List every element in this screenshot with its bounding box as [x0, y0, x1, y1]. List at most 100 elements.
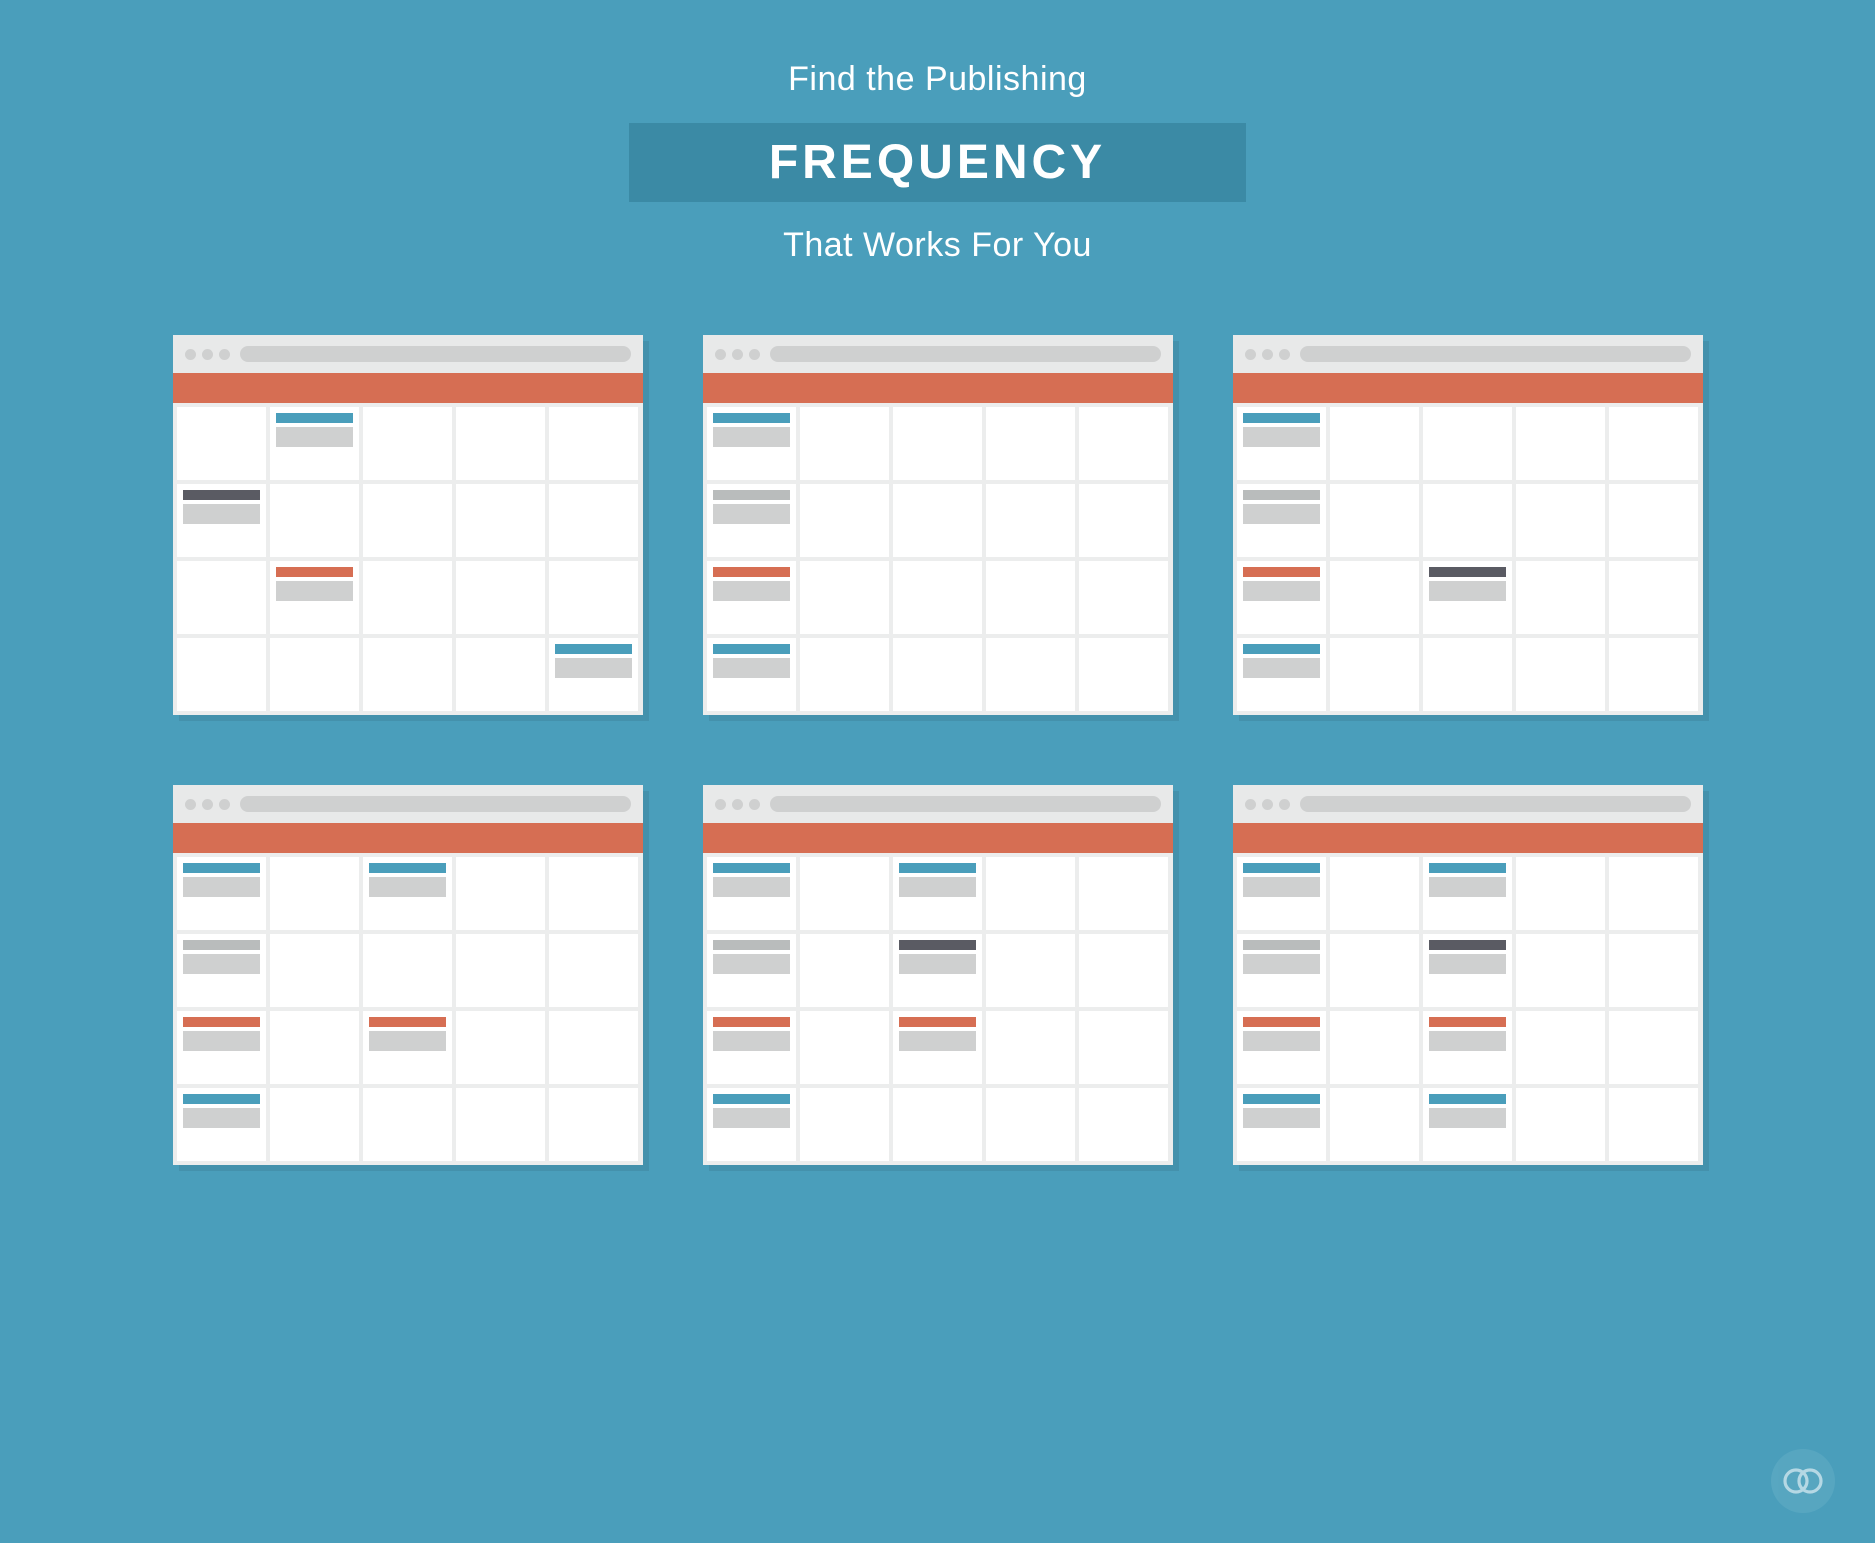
event-block	[899, 877, 976, 897]
event-block	[1243, 504, 1320, 524]
calendar-cell	[270, 407, 359, 480]
calendar-cell	[177, 1011, 266, 1084]
titlebar	[1233, 335, 1703, 373]
calendar-cell	[549, 857, 638, 930]
event-block	[1429, 581, 1506, 601]
calendar-cell	[1423, 407, 1512, 480]
titlebar	[703, 785, 1173, 823]
event-block	[1429, 1031, 1506, 1051]
ribbon-bar	[1233, 823, 1703, 853]
calendar-cell	[707, 934, 796, 1007]
calendar-cell	[177, 1088, 266, 1161]
event-block	[713, 1031, 790, 1051]
event-stripe	[1243, 940, 1320, 950]
calendar-cell	[1237, 934, 1326, 1007]
calendar-cell	[1609, 407, 1698, 480]
calendar-cell	[1609, 857, 1698, 930]
ribbon-bar	[1233, 373, 1703, 403]
event-stripe	[183, 863, 260, 873]
calendar-cell	[1079, 934, 1168, 1007]
calendar-cell	[1079, 638, 1168, 711]
calendar-cell	[707, 857, 796, 930]
event-block	[899, 954, 976, 974]
event-stripe	[369, 863, 446, 873]
event-stripe	[369, 1017, 446, 1027]
calendar-cell	[177, 638, 266, 711]
event-stripe	[713, 1094, 790, 1104]
event-stripe	[713, 863, 790, 873]
heading: Find the Publishing FREQUENCY That Works…	[629, 60, 1246, 265]
titlebar	[173, 785, 643, 823]
calendar-cell	[1237, 857, 1326, 930]
ribbon-bar	[173, 373, 643, 403]
window-dot-icon	[1262, 349, 1273, 360]
heading-band: FREQUENCY	[629, 123, 1246, 202]
event-block	[183, 877, 260, 897]
calendar-cell	[893, 934, 982, 1007]
calendar-window-5	[1233, 785, 1703, 1165]
event-block	[1429, 877, 1506, 897]
event-block	[183, 504, 260, 524]
calendar-cell	[177, 857, 266, 930]
event-block	[713, 954, 790, 974]
calendar-cell	[707, 1088, 796, 1161]
calendar-cell	[456, 857, 545, 930]
calendar-cell	[1516, 484, 1605, 557]
event-stripe	[1243, 1017, 1320, 1027]
calendar-cell	[1609, 638, 1698, 711]
window-dot-icon	[715, 799, 726, 810]
event-block	[1243, 581, 1320, 601]
event-block	[555, 658, 632, 678]
window-dot-icon	[219, 349, 230, 360]
calendar-window-4	[703, 785, 1173, 1165]
calendar-cell	[1237, 638, 1326, 711]
calendar-cell	[1330, 934, 1419, 1007]
titlebar	[703, 335, 1173, 373]
calendar-cell	[986, 1088, 1075, 1161]
event-block	[1243, 1031, 1320, 1051]
calendar-cell	[707, 407, 796, 480]
event-block	[1429, 954, 1506, 974]
calendar-cell	[456, 638, 545, 711]
calendar-cell	[707, 561, 796, 634]
window-dot-icon	[202, 349, 213, 360]
address-bar	[770, 796, 1161, 812]
event-block	[1243, 1108, 1320, 1128]
calendar-cell	[1237, 407, 1326, 480]
calendar-cell	[1423, 934, 1512, 1007]
calendar-cell	[177, 407, 266, 480]
calendar-cell	[363, 857, 452, 930]
calendar-cell	[800, 857, 889, 930]
calendar-cell	[177, 561, 266, 634]
calendar-cell	[363, 934, 452, 1007]
calendar-cell	[1423, 638, 1512, 711]
calendar-cell	[549, 1088, 638, 1161]
calendar-cell	[800, 561, 889, 634]
calendar-cell	[1516, 1011, 1605, 1084]
calendar-cell	[549, 1011, 638, 1084]
event-stripe	[1429, 567, 1506, 577]
calendar-cell	[986, 484, 1075, 557]
calendar-cell	[986, 407, 1075, 480]
event-stripe	[713, 413, 790, 423]
address-bar	[240, 796, 631, 812]
calendar-cell	[549, 561, 638, 634]
calendar-cell	[707, 638, 796, 711]
window-dot-icon	[732, 349, 743, 360]
calendar-cell	[1609, 484, 1698, 557]
calendar-cell	[893, 407, 982, 480]
window-dot-icon	[749, 349, 760, 360]
calendar-cell	[1079, 407, 1168, 480]
calendar-cell	[1079, 1011, 1168, 1084]
calendar	[173, 853, 643, 1165]
calendar-cell	[456, 1088, 545, 1161]
calendar-cell	[986, 561, 1075, 634]
calendar-cell	[270, 934, 359, 1007]
address-bar	[240, 346, 631, 362]
event-block	[1243, 877, 1320, 897]
event-block	[1429, 1108, 1506, 1128]
calendar-cell	[986, 638, 1075, 711]
calendar-cell	[1423, 857, 1512, 930]
calendar-cell	[1079, 857, 1168, 930]
event-block	[183, 1108, 260, 1128]
